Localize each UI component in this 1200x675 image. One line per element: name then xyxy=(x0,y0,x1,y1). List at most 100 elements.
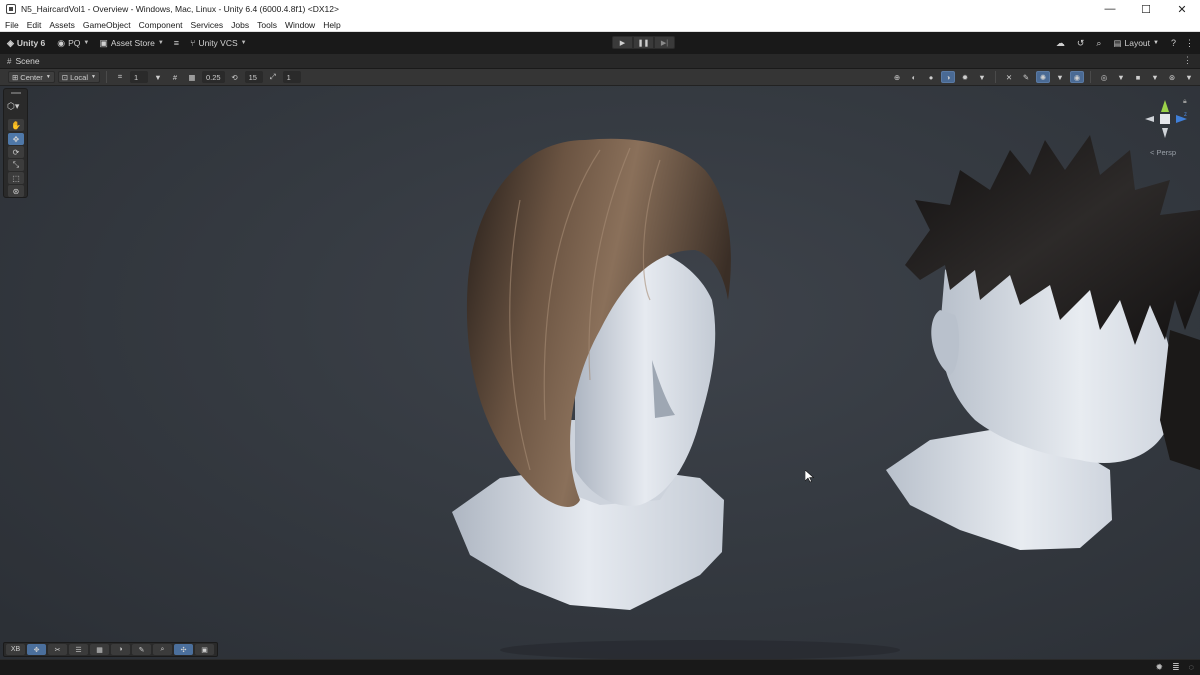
vcs-dropdown[interactable]: ⑂ Unity VCS ▼ xyxy=(190,38,247,48)
transform-tool-button[interactable]: ⊛ xyxy=(8,185,24,197)
history-button[interactable]: ↺ xyxy=(1077,36,1085,50)
gizmos-icon[interactable]: ⊛ xyxy=(1165,71,1179,83)
chevron-down-icon[interactable]: ▼ xyxy=(1148,71,1162,83)
shaded-icon[interactable]: ● xyxy=(924,71,938,83)
menu-bar: File Edit Assets GameObject Component Se… xyxy=(0,18,1200,32)
history-icon: ↺ xyxy=(1076,37,1085,48)
grid-tool-button[interactable]: ▦ xyxy=(90,644,109,655)
grid-visibility-icon[interactable]: # xyxy=(168,71,182,83)
chevron-down-icon: ▼ xyxy=(157,40,164,46)
scene-viewport[interactable] xyxy=(0,86,1200,659)
increment-snap-icon[interactable]: ▦ xyxy=(185,71,199,83)
chevron-down-icon[interactable]: ▼ xyxy=(1114,71,1128,83)
move-tool-button[interactable]: ✥ xyxy=(8,133,24,145)
scene-tab[interactable]: # Scene ⋮ xyxy=(0,54,1200,69)
hand-icon: ✋ xyxy=(11,120,21,130)
pause-button[interactable]: ❚❚ xyxy=(633,36,654,49)
step-button[interactable]: ▶| xyxy=(654,36,675,49)
menu-services[interactable]: Services xyxy=(191,20,224,30)
zoom-button[interactable]: ⌕ xyxy=(153,644,172,655)
chevron-down-icon[interactable]: ▼ xyxy=(1053,71,1067,83)
chevron-down-icon[interactable]: ▼ xyxy=(975,71,989,83)
effects-toggle-icon[interactable]: ✺ xyxy=(1036,71,1050,83)
rotation-snap-field[interactable]: 15 xyxy=(244,71,263,83)
hand-tool-button[interactable]: ✋ xyxy=(8,119,24,131)
shaded-wireframe-icon[interactable]: ◐ xyxy=(907,71,921,83)
view-options-icon[interactable]: ⬡▾ xyxy=(7,101,19,112)
account-dropdown[interactable]: ◉ PQ ▼ xyxy=(57,38,89,49)
lighting-icon[interactable]: ✹ xyxy=(958,71,972,83)
bone-tool-button[interactable]: ✂ xyxy=(48,644,67,655)
lit-shading-icon[interactable]: ◑ xyxy=(941,71,955,83)
pan-button[interactable]: ✣ xyxy=(174,644,193,655)
bust-left[interactable] xyxy=(452,138,731,610)
lock-icon[interactable]: 🔒︎ xyxy=(1183,98,1187,106)
projection-label[interactable]: < Persp xyxy=(1150,148,1176,157)
search-button[interactable]: ⌕ xyxy=(1096,36,1101,50)
menu-help[interactable]: Help xyxy=(323,20,340,30)
scale-tool-button[interactable]: ⤡ xyxy=(8,159,24,171)
toolbar-more-button[interactable]: ⋮ xyxy=(1185,36,1194,50)
menu-component[interactable]: Component xyxy=(139,20,183,30)
divider xyxy=(1090,71,1091,83)
scene-tab-label: Scene xyxy=(15,56,40,66)
xr-button[interactable]: XB xyxy=(6,644,25,655)
move-overlay-button[interactable]: ✥ xyxy=(27,644,46,655)
console-stack-icon[interactable]: ≣ xyxy=(1172,662,1180,673)
overlay-menu-button[interactable]: ▣ xyxy=(195,644,214,655)
help-button[interactable]: ? xyxy=(1171,36,1176,50)
camera-settings-icon[interactable]: ■ xyxy=(1131,71,1145,83)
unity-button[interactable]: ◈ Unity 6 xyxy=(7,38,45,49)
scale-snap-field[interactable]: 1 xyxy=(282,71,301,83)
chevron-down-icon[interactable]: ▼ xyxy=(1182,71,1196,83)
wireframe-shading-icon[interactable]: ⊕ xyxy=(890,71,904,83)
menu-gameobject[interactable]: GameObject xyxy=(83,20,131,30)
search-icon: ⌕ xyxy=(160,645,165,653)
play-button[interactable]: ▶ xyxy=(612,36,633,49)
increment-snap-field[interactable]: 0.25 xyxy=(201,71,225,83)
menu-window[interactable]: Window xyxy=(285,20,315,30)
scale-snap-icon[interactable]: ⤢ xyxy=(266,71,280,83)
debug-bug-icon[interactable]: ✹ xyxy=(1156,662,1164,673)
grid-snap-icon[interactable]: ⌗ xyxy=(113,71,127,83)
playmode-controls: ▶ ❚❚ ▶| xyxy=(612,36,675,49)
chevron-down-icon: ▼ xyxy=(154,72,162,82)
paint-button[interactable]: ✎ xyxy=(132,644,151,655)
cloud-button[interactable]: ☁ xyxy=(1056,36,1065,50)
rotate-tool-button[interactable]: ⟳ xyxy=(8,146,24,158)
layout-dropdown[interactable]: ▤ Layout ▼ xyxy=(1113,36,1159,50)
more-vertical-icon[interactable]: ⋮ xyxy=(1183,55,1192,66)
menu-file[interactable]: File xyxy=(5,20,19,30)
rect-icon: ⬚ xyxy=(12,173,20,183)
bust-right[interactable] xyxy=(886,135,1200,550)
pivot-icon: ⊞ xyxy=(12,72,19,82)
menu-jobs[interactable]: Jobs xyxy=(231,20,249,30)
audio-toggle-icon[interactable]: ✎ xyxy=(1019,71,1033,83)
menu-edit[interactable]: Edit xyxy=(27,20,42,30)
drag-handle-icon[interactable] xyxy=(11,92,21,94)
pivot-dropdown[interactable]: ⊞ Center ▼ xyxy=(8,71,55,83)
2d-toggle-icon[interactable]: ✕ xyxy=(1002,71,1016,83)
overlay-toolbar: XB ✥ ✂ ☰ ▦ ◑ ✎ ⌕ ✣ ▣ xyxy=(3,642,218,657)
pivot-label: Center xyxy=(20,72,43,82)
asset-store-dropdown[interactable]: ▣ Asset Store ▼ xyxy=(99,38,163,49)
layout-label: Layout xyxy=(1124,38,1151,48)
layers-button[interactable]: ☰ xyxy=(69,644,88,655)
minimize-button[interactable]: — xyxy=(1092,0,1128,18)
progress-check-icon[interactable]: ◌ xyxy=(1189,662,1194,673)
space-icon: ⊡ xyxy=(61,72,69,82)
visibility-eye-icon[interactable]: ◉ xyxy=(1070,71,1084,83)
grid-size-field[interactable]: 1 xyxy=(129,71,148,83)
grid-dropdown[interactable]: ▼ xyxy=(151,71,165,83)
maximize-button[interactable]: ☐ xyxy=(1128,0,1164,18)
package-manager-button[interactable]: ≡ xyxy=(174,38,182,48)
space-dropdown[interactable]: ⊡ Local ▼ xyxy=(57,71,100,83)
menu-assets[interactable]: Assets xyxy=(49,20,75,30)
orbit-button[interactable]: ◑ xyxy=(111,644,130,655)
rect-tool-button[interactable]: ⬚ xyxy=(8,172,24,184)
close-button[interactable]: ✕ xyxy=(1164,0,1200,18)
scene-visibility-icon[interactable]: ◎ xyxy=(1097,71,1111,83)
rotation-snap-icon[interactable]: ⟲ xyxy=(228,71,242,83)
move-icon: ✥ xyxy=(12,134,20,144)
menu-tools[interactable]: Tools xyxy=(257,20,277,30)
